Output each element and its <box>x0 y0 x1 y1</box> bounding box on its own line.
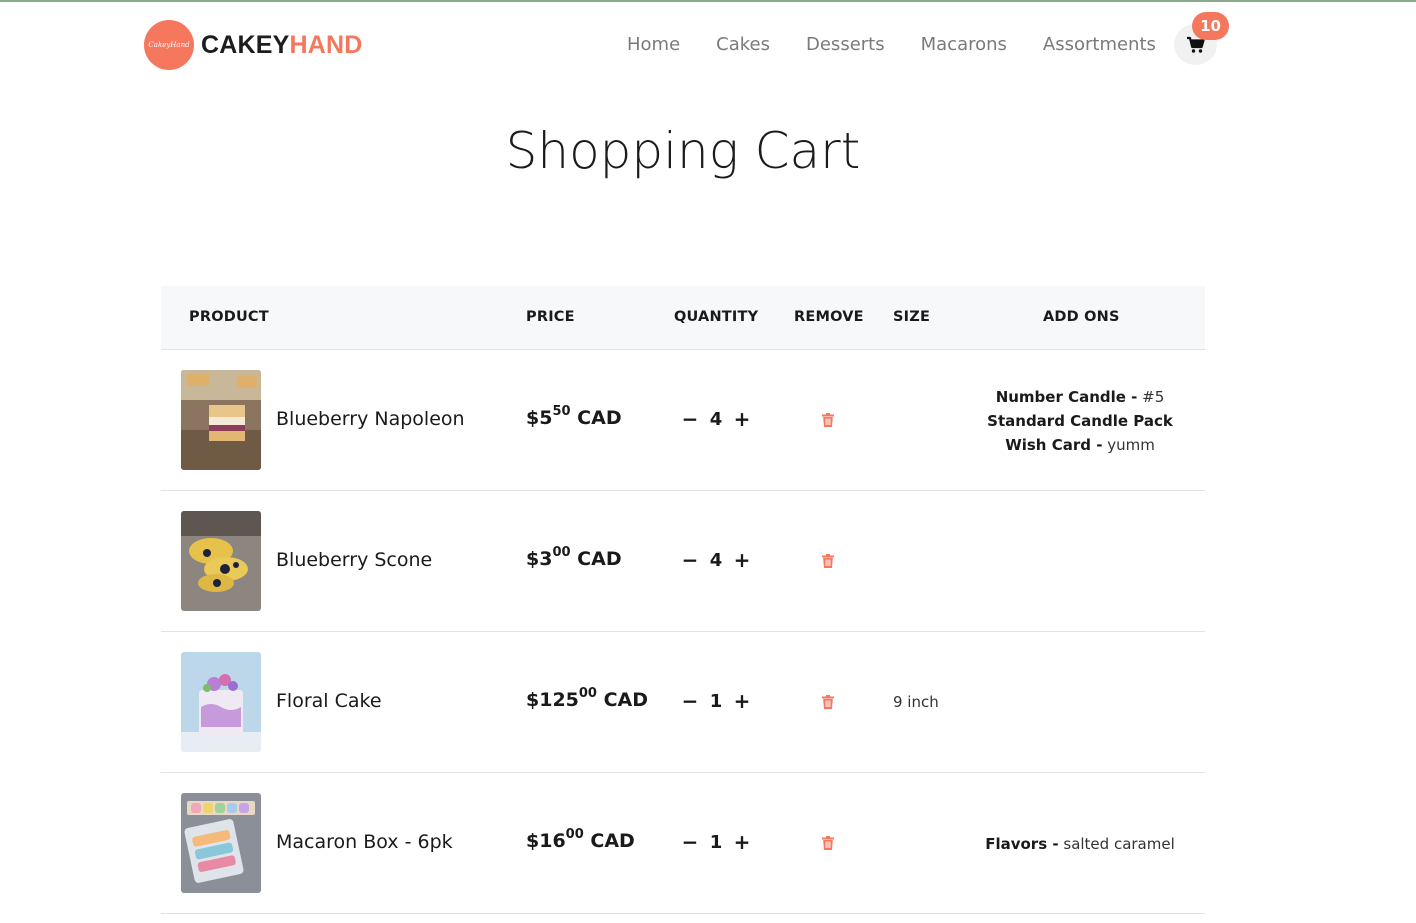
product-size: 9 inch <box>893 693 939 711</box>
main-nav: Home Cakes Desserts Macarons Assortments <box>627 34 1192 55</box>
addon-label: Flavors - <box>985 835 1059 853</box>
logo-badge: CakeyHand <box>144 20 194 70</box>
price-dollars: $16 <box>526 830 566 852</box>
product-name[interactable]: Blueberry Scone <box>276 549 432 571</box>
quantity-stepper: − 4 + <box>681 548 751 572</box>
product-image-blueberry-scone[interactable] <box>181 511 261 611</box>
price-currency: CAD <box>603 689 649 711</box>
price-dollars: $5 <box>526 407 553 429</box>
remove-item-button[interactable] <box>822 553 834 572</box>
product-image-floral-cake[interactable] <box>181 652 261 752</box>
product-price: $12500 CAD <box>526 685 649 711</box>
increase-quantity-button[interactable]: + <box>733 548 751 572</box>
logo-badge-text: CakeyHand <box>148 41 190 49</box>
increase-quantity-button[interactable]: + <box>733 689 751 713</box>
remove-item-button[interactable] <box>822 412 834 431</box>
addon-label: Standard Candle Pack <box>987 412 1173 430</box>
increase-quantity-button[interactable]: + <box>733 407 751 431</box>
brand-logo[interactable]: CakeyHand CAKEYHAND <box>144 20 363 70</box>
addon-line: Standard Candle Pack <box>941 409 1219 433</box>
product-name[interactable]: Floral Cake <box>276 690 382 712</box>
brand-name-part2: HAND <box>289 30 363 59</box>
table-row: Floral Cake $12500 CAD − 1 + 9 inch <box>161 632 1205 773</box>
table-row: Macaron Box - 6pk $1600 CAD − 1 + Flavor… <box>161 773 1205 914</box>
brand-name-part1: CAKEY <box>201 30 290 59</box>
addon-label: Number Candle - <box>995 388 1138 406</box>
product-image-macaron-box[interactable] <box>181 793 261 893</box>
nav-home[interactable]: Home <box>627 34 680 55</box>
cart-count-badge: 10 <box>1192 12 1229 40</box>
quantity-value: 4 <box>709 408 723 430</box>
column-header-remove: REMOVE <box>794 309 864 325</box>
quantity-stepper: − 4 + <box>681 407 751 431</box>
nav-macarons[interactable]: Macarons <box>921 34 1007 55</box>
nav-desserts[interactable]: Desserts <box>806 34 885 55</box>
price-currency: CAD <box>577 548 622 570</box>
nav-cakes[interactable]: Cakes <box>716 34 770 55</box>
table-row: Blueberry Napoleon $550 CAD − 4 + Number… <box>161 350 1205 491</box>
addon-value: salted caramel <box>1063 835 1175 853</box>
addon-line: Number Candle - #5 <box>941 385 1219 409</box>
price-cents: 00 <box>578 685 597 701</box>
decrease-quantity-button[interactable]: − <box>681 689 699 713</box>
remove-item-button[interactable] <box>822 694 834 713</box>
addon-value: yumm <box>1107 436 1155 454</box>
price-currency: CAD <box>590 830 635 852</box>
addon-value: #5 <box>1142 388 1165 406</box>
nav-assortments[interactable]: Assortments <box>1043 34 1156 55</box>
quantity-value: 1 <box>709 831 723 853</box>
table-row: Blueberry Scone $300 CAD − 4 + <box>161 491 1205 632</box>
price-dollars: $3 <box>526 548 553 570</box>
column-header-price: PRICE <box>526 309 575 325</box>
trash-icon <box>822 554 834 568</box>
column-header-addons: ADD ONS <box>1043 309 1120 325</box>
quantity-stepper: − 1 + <box>681 689 751 713</box>
product-price: $1600 CAD <box>526 826 635 852</box>
column-header-product: PRODUCT <box>189 309 269 325</box>
quantity-value: 1 <box>709 690 723 712</box>
price-currency: CAD <box>577 407 622 429</box>
price-cents: 00 <box>565 826 584 842</box>
addon-line: Wish Card - yumm <box>941 433 1219 457</box>
column-header-quantity: QUANTITY <box>674 309 759 325</box>
decrease-quantity-button[interactable]: − <box>681 830 699 854</box>
price-cents: 50 <box>552 403 571 419</box>
trash-icon <box>822 695 834 709</box>
table-header: PRODUCT PRICE QUANTITY REMOVE SIZE ADD O… <box>161 286 1205 350</box>
addon-label: Wish Card - <box>1005 436 1103 454</box>
brand-name: CAKEYHAND <box>201 31 363 60</box>
remove-item-button[interactable] <box>822 835 834 854</box>
increase-quantity-button[interactable]: + <box>733 830 751 854</box>
column-header-size: SIZE <box>893 309 931 325</box>
product-image-blueberry-napoleon[interactable] <box>181 370 261 470</box>
quantity-value: 4 <box>709 549 723 571</box>
product-name[interactable]: Macaron Box - 6pk <box>276 831 453 853</box>
page-title: Shopping Cart <box>505 122 861 180</box>
quantity-stepper: − 1 + <box>681 830 751 854</box>
cart-table: PRODUCT PRICE QUANTITY REMOVE SIZE ADD O… <box>161 286 1205 914</box>
price-cents: 00 <box>552 544 571 560</box>
product-price: $300 CAD <box>526 544 622 570</box>
product-addons: Number Candle - #5 Standard Candle Pack … <box>941 385 1219 457</box>
addon-line: Flavors - salted caramel <box>941 832 1219 856</box>
product-price: $550 CAD <box>526 403 622 429</box>
decrease-quantity-button[interactable]: − <box>681 407 699 431</box>
trash-icon <box>822 836 834 850</box>
trash-icon <box>822 413 834 427</box>
top-border-line <box>0 0 1416 2</box>
price-dollars: $125 <box>526 689 579 711</box>
decrease-quantity-button[interactable]: − <box>681 548 699 572</box>
product-addons: Flavors - salted caramel <box>941 832 1219 856</box>
product-name[interactable]: Blueberry Napoleon <box>276 408 465 430</box>
